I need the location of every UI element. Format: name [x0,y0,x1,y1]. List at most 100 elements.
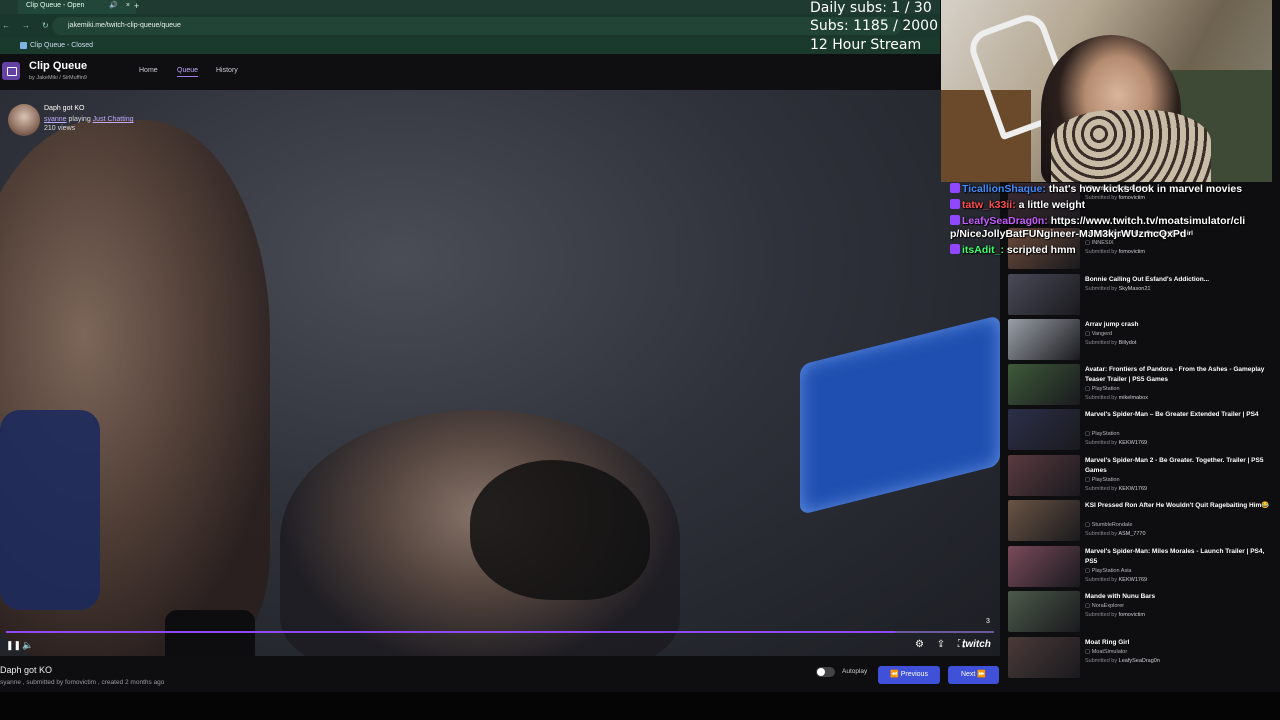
previous-button[interactable]: ⏪ Previous [878,666,940,684]
game-link[interactable]: Just Chatting [93,116,134,123]
previous-label: Previous [900,671,928,678]
queue-item-channel: ▢ Vangerd [1085,331,1113,337]
chat-message: itsAdit_: scripted hmm [950,244,1250,257]
video-scene-shorts [0,410,100,610]
queue-item-title: Arrav jump crash [1085,321,1139,328]
queue-thumbnail[interactable] [1008,409,1080,450]
clip-channel-line: syanne playing Just Chatting [44,116,134,123]
video-scene-hand-wrap [165,610,255,656]
chat-overlay: TicallionShaque: that's how kicks look i… [950,183,1250,260]
reload-icon[interactable]: ↻ [42,21,61,30]
tab-title: Clip Queue - Open [26,2,85,9]
queue-item-channel: ▢ PlayStation [1085,477,1120,483]
pause-icon[interactable]: ❚❚ [6,640,21,651]
queue-item-submitter: Submitted by KEKW1769 [1085,440,1148,446]
fast-forward-icon: ⏩ [977,671,987,678]
queue-item[interactable]: Avatar: Frontiers of Pandora - From the … [1008,364,1272,406]
nav-queue[interactable]: Queue [177,67,199,77]
chat-text: a little weight [1018,199,1086,211]
rewind-icon: ⏪ [890,671,899,678]
browser-tab-bar: Clip Queue - Open 🔊 × + [0,0,940,14]
daily-subs-stat: Daily subs: 1 / 30 [810,0,932,16]
queue-item[interactable]: KSI Pressed Ron After He Wouldn't Quit R… [1008,500,1272,542]
volume-icon[interactable]: 🔈 [22,640,33,651]
queue-item[interactable]: Moat Ring Girl ▢ MoatSimulator Submitted b… [1008,637,1272,679]
queue-item[interactable]: Marvel's Spider-Man – Be Greater Extende… [1008,409,1272,451]
queue-thumbnail[interactable] [1008,319,1080,360]
chat-text: scripted hmm [1006,244,1076,256]
queue-item-title: Marvel's Spider-Man: Miles Morales - Lau… [1085,548,1265,565]
chat-username[interactable]: LeafySeaDrag0n: [962,215,1051,227]
clip-info-overlay: Daph got KO syanne playing Just Chatting… [8,104,208,136]
nav-history[interactable]: History [216,67,238,74]
chat-username[interactable]: tatw_k33ii: [962,199,1019,211]
queue-item[interactable]: Arrav jump crash ▢ Vangerd Submitted by Bi… [1008,319,1272,361]
video-player[interactable] [0,90,1000,656]
back-icon[interactable]: ← [2,21,22,30]
queue-thumbnail[interactable] [1008,637,1080,678]
app-title: Clip Queue [29,60,88,72]
autoplay-toggle[interactable] [816,667,835,677]
clip-views: 210 views [44,125,76,132]
chat-username[interactable]: TicallionShaque: [962,183,1049,195]
queue-item-title: KSI Pressed Ron After He Wouldn't Quit R… [1085,502,1270,509]
queue-item-submitter: Submitted by KEKW1769 [1085,486,1148,492]
queue-item-submitter: Submitted by fomovictim [1085,612,1145,618]
queue-thumbnail[interactable] [1008,274,1080,315]
queue-item-channel: ▢ PlayStation [1085,386,1120,392]
bookmark-item[interactable]: Clip Queue - Closed [30,42,93,49]
queue-item-title: Moat Ring Girl [1085,639,1130,646]
forward-icon[interactable]: → [22,21,42,30]
close-tab-icon[interactable]: × [126,0,130,12]
webcam-feed [941,0,1272,182]
queue-thumbnail[interactable] [1008,500,1080,541]
subs-stat: Subs: 1185 / 2000 [810,18,938,34]
queue-item[interactable]: Bonnie Calling Out Esfand's Addiction...… [1008,274,1272,316]
progress-bar[interactable] [6,631,994,633]
stream-stat: 12 Hour Stream [810,37,922,53]
queue-item-title: Mande with Nunu Bars [1085,593,1156,600]
queue-item-submitter: Submitted by KEKW1769 [1085,577,1148,583]
browser-tab[interactable]: Clip Queue - Open 🔊 × [18,0,136,14]
nav-home[interactable]: Home [139,67,158,74]
audio-icon[interactable]: 🔊 [109,0,118,12]
clip-meta: syanne , submitted by fomovictim , creat… [0,679,165,686]
queue-item-channel: ▢ StumbleRondale [1085,522,1133,528]
app-logo-icon[interactable] [2,62,20,80]
app-by-line: by JakeMiki / SirMuffin9 [29,75,87,81]
queue-item-channel: ▢ MoatSimulator [1085,649,1128,655]
chat-username[interactable]: itsAdit_: [962,244,1007,256]
queue-thumbnail[interactable] [1008,455,1080,496]
sub-badge-icon [950,183,960,193]
chat-message: TicallionShaque: that's how kicks look i… [950,183,1250,196]
new-tab-button[interactable]: + [134,0,139,12]
taskbar [0,692,1280,720]
bookmarks-bar: Clip Queue - Closed [0,38,940,54]
channel-link[interactable]: syanne [44,116,67,123]
video-scene-mat [800,315,1000,515]
sub-badge-icon [950,199,960,209]
autoplay-label: Autoplay [842,668,868,675]
next-label: Next [960,671,976,678]
sub-badge-icon [950,244,960,254]
sub-badge-icon [950,215,960,225]
queue-item[interactable]: Mande with Nunu Bars ▢ NoraExplorer Submit… [1008,591,1272,633]
queue-thumbnail[interactable] [1008,591,1080,632]
queue-item-title: Marvel's Spider-Man 2 - Be Greater. Toge… [1085,457,1264,474]
avatar[interactable] [8,104,40,136]
queue-thumbnail[interactable] [1008,364,1080,405]
queue-item[interactable]: Marvel's Spider-Man 2 - Be Greater. Toge… [1008,455,1272,497]
queue-item-submitter: Submitted by ASM_7770 [1085,531,1146,537]
queue-item-channel: ▢ PlayStation Asia [1085,568,1132,574]
queue-item[interactable]: Marvel's Spider-Man: Miles Morales - Lau… [1008,546,1272,588]
bookmark-icon [20,42,27,49]
queue-thumbnail[interactable] [1008,546,1080,587]
nav-buttons: ←→↻ [0,14,61,38]
app-header: Clip Queue by JakeMiki / SirMuffin9 Home… [0,54,940,90]
queue-item-channel: ▢ NoraExplorer [1085,603,1125,609]
next-button[interactable]: Next ⏩ [948,666,999,684]
webcam-jacket [1051,110,1211,182]
chat-message: tatw_k33ii: a little weight [950,199,1250,212]
url-field[interactable]: jakemiki.me/twitch-clip-queue/queue [52,17,902,35]
twitch-logo[interactable]: twitch [962,639,991,650]
